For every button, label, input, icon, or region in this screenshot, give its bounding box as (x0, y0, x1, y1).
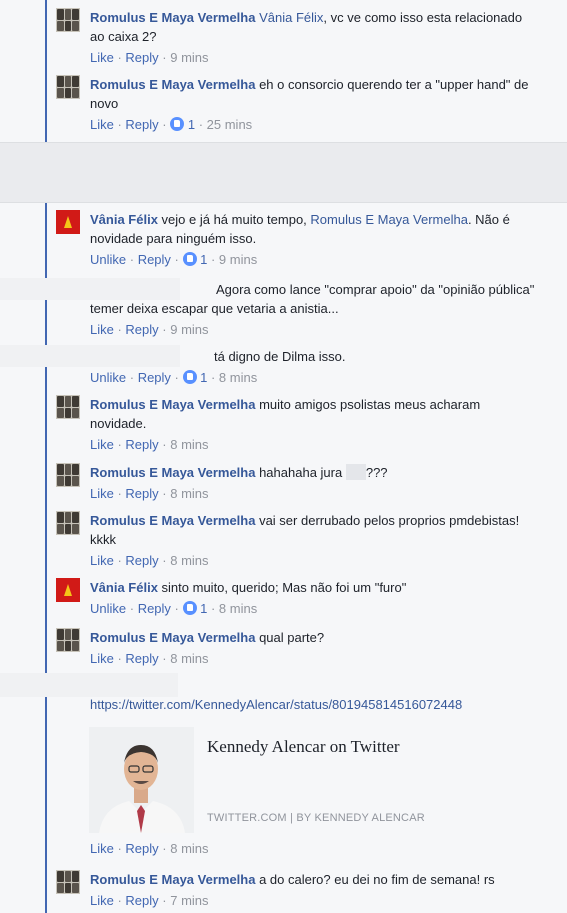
comment: Vânia Félix sinto muito, querido; Mas nã… (56, 578, 536, 618)
like-button[interactable]: Like (90, 553, 114, 568)
avatar[interactable] (56, 75, 80, 99)
reply-button[interactable]: Reply (125, 117, 158, 132)
like-button[interactable]: Like (90, 117, 114, 132)
timestamp[interactable]: 25 mins (207, 117, 253, 132)
redacted-text (345, 464, 366, 480)
reply-button[interactable]: Reply (125, 553, 158, 568)
reply-button[interactable]: Reply (125, 322, 158, 337)
reply-button[interactable]: Reply (125, 651, 158, 666)
timestamp[interactable]: 9 mins (170, 322, 208, 337)
comment-author[interactable]: Romulus E Maya Vermelha (90, 397, 255, 412)
comment-author[interactable]: Vânia Félix (90, 212, 158, 227)
timestamp[interactable]: 8 mins (170, 437, 208, 452)
timestamp[interactable]: 8 mins (219, 601, 257, 616)
avatar[interactable] (56, 628, 80, 652)
comment-text: qual parte? (259, 630, 325, 645)
timestamp[interactable]: 9 mins (170, 50, 208, 65)
comment: Romulus E Maya Vermelha vai ser derrubad… (56, 511, 536, 570)
reply-button[interactable]: Reply (125, 893, 158, 908)
timestamp[interactable]: 8 mins (170, 486, 208, 501)
like-button[interactable]: Like (90, 486, 114, 501)
comment-text: tá digno de Dilma isso. (214, 349, 346, 364)
comment-text: a do calero? eu dei no fim de semana! rs (259, 872, 495, 887)
reply-button[interactable]: Reply (125, 50, 158, 65)
mention-link[interactable]: Vânia Félix (259, 10, 323, 25)
comment: Romulus E Maya Vermelha muito amigos pso… (56, 395, 536, 454)
avatar[interactable] (56, 578, 80, 602)
thumbs-up-icon[interactable] (170, 117, 185, 131)
timestamp[interactable]: 8 mins (170, 651, 208, 666)
like-button[interactable]: Like (90, 50, 114, 65)
thumbs-up-icon[interactable] (182, 252, 197, 266)
comment-text: hahahaha jura (259, 465, 343, 480)
thumbs-up-icon[interactable] (182, 370, 197, 384)
unlike-button[interactable]: Unlike (90, 370, 126, 385)
thumbs-up-icon[interactable] (182, 601, 197, 615)
redacted-author (0, 673, 178, 697)
comment: Romulus E Maya Vermelha a do calero? eu … (56, 870, 536, 910)
reply-button[interactable]: Reply (138, 252, 171, 267)
comment-thread: Romulus E Maya Vermelha Vânia Félix, vc … (0, 0, 567, 913)
like-button[interactable]: Like (90, 322, 114, 337)
comment: tá digno de Dilma isso. Unlike · Reply ·… (90, 349, 346, 385)
timestamp[interactable]: 8 mins (170, 553, 208, 568)
avatar[interactable] (56, 463, 80, 487)
like-button[interactable]: Like (90, 437, 114, 452)
timestamp[interactable]: 9 mins (219, 252, 257, 267)
comment-author[interactable]: Vânia Félix (90, 580, 158, 595)
thread-line (45, 0, 47, 142)
comment: https://twitter.com/KennedyAlencar/statu… (56, 695, 536, 714)
comment-author[interactable]: Romulus E Maya Vermelha (90, 77, 255, 92)
comment-author[interactable]: Romulus E Maya Vermelha (90, 465, 255, 480)
link-preview-card[interactable]: Kennedy Alencar on Twitter TWITTER.COM |… (89, 727, 509, 833)
timestamp[interactable]: 8 mins (170, 841, 208, 856)
like-button[interactable]: Like (90, 651, 114, 666)
comment: Romulus E Maya Vermelha hahahaha jura ??… (56, 463, 536, 503)
timestamp[interactable]: 7 mins (170, 893, 208, 908)
comment-text: ??? (365, 465, 388, 480)
thread-separator (0, 142, 567, 203)
like-button[interactable]: Like (90, 893, 114, 908)
link-preview-source: TWITTER.COM | BY KENNEDY ALENCAR (207, 812, 425, 824)
shared-link[interactable]: https://twitter.com/KennedyAlencar/statu… (90, 697, 462, 712)
comment-author[interactable]: Romulus E Maya Vermelha (90, 10, 255, 25)
avatar[interactable] (56, 210, 80, 234)
avatar[interactable] (56, 511, 80, 535)
avatar[interactable] (56, 870, 80, 894)
avatar[interactable] (56, 8, 80, 32)
thread-line (45, 203, 47, 913)
reply-button[interactable]: Reply (125, 841, 158, 856)
comment-author[interactable]: Romulus E Maya Vermelha (90, 513, 255, 528)
comment-text: sinto muito, querido; Mas não foi um "fu… (161, 580, 407, 595)
mention-link[interactable]: Romulus E Maya Vermelha (310, 212, 468, 227)
reply-button[interactable]: Reply (125, 437, 158, 452)
comment-text: vejo e já há muito tempo, (161, 212, 307, 227)
comment: Romulus E Maya Vermelha qual parte? Like… (56, 628, 536, 668)
link-preview-title[interactable]: Kennedy Alencar on Twitter (207, 737, 400, 757)
like-button[interactable]: Like (90, 841, 114, 856)
reply-button[interactable]: Reply (138, 601, 171, 616)
comment: Vânia Félix vejo e já há muito tempo, Ro… (56, 210, 536, 269)
comment-author[interactable]: Romulus E Maya Vermelha (90, 872, 255, 887)
comment-actions-row: Like · Reply · 8 mins (90, 841, 209, 856)
reply-button[interactable]: Reply (125, 486, 158, 501)
comment-author[interactable]: Romulus E Maya Vermelha (90, 630, 255, 645)
link-preview-image[interactable] (89, 727, 194, 833)
avatar[interactable] (56, 395, 80, 419)
comment-text: Agora como lance "comprar apoio" da "opi… (90, 282, 535, 316)
comment: Romulus E Maya Vermelha eh o consorcio q… (56, 75, 536, 134)
comment: Agora como lance "comprar apoio" da "opi… (90, 282, 535, 337)
reaction-count[interactable]: 1 (188, 117, 195, 132)
unlike-button[interactable]: Unlike (90, 601, 126, 616)
comment: Romulus E Maya Vermelha Vânia Félix, vc … (56, 8, 536, 67)
reply-button[interactable]: Reply (138, 370, 171, 385)
timestamp[interactable]: 8 mins (219, 370, 257, 385)
unlike-button[interactable]: Unlike (90, 252, 126, 267)
